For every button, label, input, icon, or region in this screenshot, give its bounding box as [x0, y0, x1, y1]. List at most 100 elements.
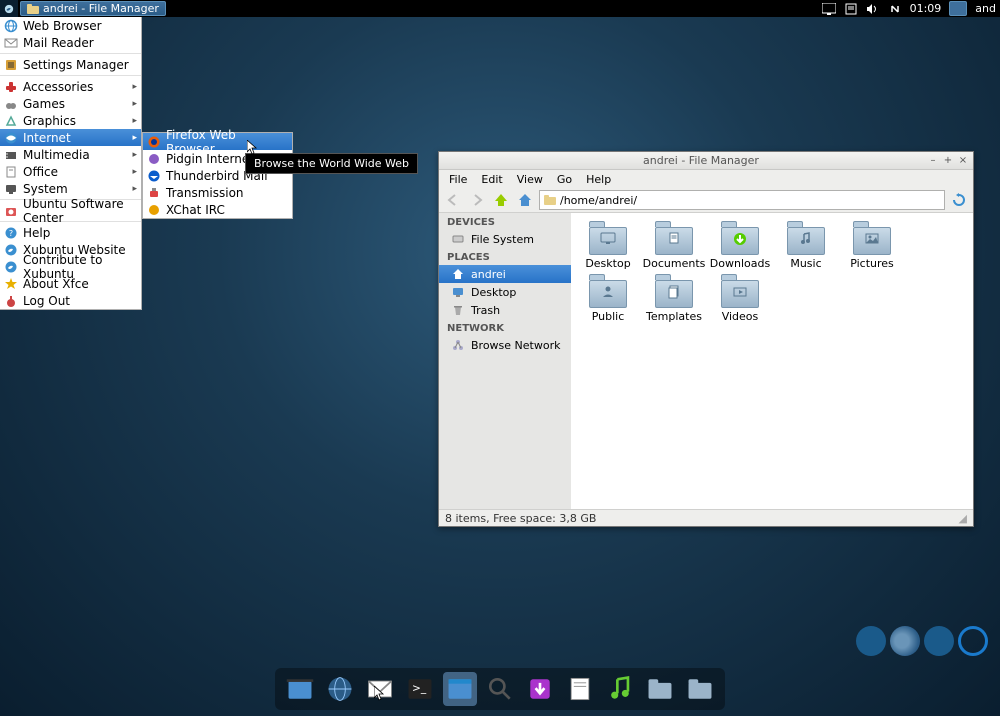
menu-item-label: Multimedia: [23, 148, 90, 162]
dock-item-web[interactable]: [323, 672, 357, 706]
panel-user-label[interactable]: and: [975, 2, 996, 15]
dock-item-folder-docs[interactable]: [643, 672, 677, 706]
window-maximize-button[interactable]: +: [943, 156, 953, 166]
menu-go[interactable]: Go: [551, 171, 578, 188]
sidebar-item-label: Trash: [471, 304, 500, 317]
menu-item-web-browser[interactable]: Web Browser: [0, 17, 141, 34]
dock-item-music[interactable]: [603, 672, 637, 706]
folder-public[interactable]: Public: [579, 274, 637, 323]
status-text: 8 items, Free space: 3,8 GB: [445, 512, 596, 525]
window-close-button[interactable]: ×: [958, 156, 968, 166]
workspace-4[interactable]: [958, 626, 988, 656]
help-icon: ?: [4, 226, 18, 240]
download-icon: [525, 674, 555, 704]
menu-item-label: Ubuntu Software Center: [23, 197, 137, 225]
file-manager-icon-view[interactable]: Desktop DocumentsDownloadsMusicPictures Pu…: [571, 213, 973, 509]
menu-file[interactable]: File: [443, 171, 473, 188]
svg-text:?: ?: [9, 229, 13, 238]
workspace-pager: [856, 626, 988, 656]
home-button[interactable]: [515, 190, 535, 210]
dock-item-folder[interactable]: [683, 672, 717, 706]
globe-icon: [4, 19, 18, 33]
dock-item-window[interactable]: [443, 672, 477, 706]
submenu-item-firefox-web-browser[interactable]: Firefox Web Browser: [143, 133, 292, 150]
menu-item-games[interactable]: Games: [0, 95, 141, 112]
workspace-1[interactable]: [856, 626, 886, 656]
window-title: andrei - File Manager: [479, 154, 923, 167]
reload-button[interactable]: [949, 190, 969, 210]
folder-pictures[interactable]: Pictures: [843, 221, 901, 270]
menu-item-label: Office: [23, 165, 58, 179]
network-tray-icon[interactable]: [888, 2, 902, 16]
dock-item-terminal[interactable]: >_: [403, 672, 437, 706]
menu-edit[interactable]: Edit: [475, 171, 508, 188]
accessories-icon: [4, 80, 18, 94]
sidebar-item-file-system[interactable]: File System: [439, 230, 571, 248]
file-manager-statusbar: 8 items, Free space: 3,8 GB ◢: [439, 509, 973, 526]
search-icon: [485, 674, 515, 704]
menu-item-mail-reader[interactable]: Mail Reader: [0, 34, 141, 51]
menu-item-contribute-to-xubuntu[interactable]: Contribute to Xubuntu: [0, 258, 141, 275]
sidebar-item-browse-network[interactable]: Browse Network: [439, 336, 571, 354]
clipboard-tray-icon[interactable]: [844, 2, 858, 16]
menu-item-internet[interactable]: Internet: [0, 129, 141, 146]
dock-item-notes[interactable]: [563, 672, 597, 706]
resize-grip[interactable]: ◢: [959, 512, 967, 525]
submenu-item-xchat-irc[interactable]: XChat IRC: [143, 201, 292, 218]
taskbar-item-file-manager[interactable]: andrei - File Manager: [20, 1, 166, 16]
folder-music[interactable]: Music: [777, 221, 835, 270]
menu-item-ubuntu-software-center[interactable]: Ubuntu Software Center: [0, 202, 141, 219]
folder-label: Videos: [722, 310, 759, 323]
dock-item-download[interactable]: [523, 672, 557, 706]
workspace-3[interactable]: [924, 626, 954, 656]
folder-videos[interactable]: Videos: [711, 274, 769, 323]
menu-item-label: System: [23, 182, 68, 196]
menu-item-accessories[interactable]: Accessories: [0, 78, 141, 95]
folder-label: Desktop: [585, 257, 630, 270]
folder-documents[interactable]: Documents: [645, 221, 703, 270]
top-panel: andrei - File Manager 01:09 and: [0, 0, 1000, 17]
sidebar-item-trash[interactable]: Trash: [439, 301, 571, 319]
folder-icon: [685, 674, 715, 704]
menu-item-log-out[interactable]: Log Out: [0, 292, 141, 309]
folder-desktop[interactable]: Desktop: [579, 221, 637, 270]
file-manager-sidebar: DEVICESFile SystemPLACESandreiDesktopTra…: [439, 213, 571, 509]
home-icon: [451, 267, 465, 281]
dock-item-search[interactable]: [483, 672, 517, 706]
dock: >_: [275, 668, 725, 710]
menu-item-settings-manager[interactable]: Settings Manager: [0, 56, 141, 73]
location-entry[interactable]: /home/andrei/: [539, 190, 945, 210]
menu-item-multimedia[interactable]: Multimedia: [0, 146, 141, 163]
window-minimize-button[interactable]: –: [928, 156, 938, 166]
folder-templates[interactable]: Templates: [645, 274, 703, 323]
up-button[interactable]: [491, 190, 511, 210]
menu-item-office[interactable]: Office: [0, 163, 141, 180]
location-text: /home/andrei/: [560, 194, 637, 207]
sidebar-item-andrei[interactable]: andrei: [439, 265, 571, 283]
music-icon: [605, 674, 635, 704]
menu-help[interactable]: Help: [580, 171, 617, 188]
folder-downloads[interactable]: Downloads: [711, 221, 769, 270]
window-titlebar[interactable]: andrei - File Manager – + ×: [439, 152, 973, 170]
submenu-item-transmission[interactable]: Transmission: [143, 184, 292, 201]
menu-item-help[interactable]: ?Help: [0, 224, 141, 241]
games-icon: [4, 97, 18, 111]
sidebar-item-desktop[interactable]: Desktop: [439, 283, 571, 301]
dock-item-file-manager[interactable]: [283, 672, 317, 706]
show-desktop-button[interactable]: [949, 1, 967, 16]
menu-view[interactable]: View: [511, 171, 549, 188]
trash-icon: [451, 303, 465, 317]
back-button[interactable]: [443, 190, 463, 210]
folder-icon: [719, 221, 761, 255]
forward-button[interactable]: [467, 190, 487, 210]
applications-menu-button[interactable]: [0, 0, 18, 17]
panel-clock[interactable]: 01:09: [910, 2, 942, 15]
workspace-2[interactable]: [890, 626, 920, 656]
submenu-item-label: XChat IRC: [166, 203, 225, 217]
display-tray-icon[interactable]: [822, 2, 836, 16]
menu-item-system[interactable]: System: [0, 180, 141, 197]
folder-icon: [653, 274, 695, 308]
logout-icon: [4, 294, 18, 308]
volume-tray-icon[interactable]: [866, 2, 880, 16]
menu-item-graphics[interactable]: Graphics: [0, 112, 141, 129]
